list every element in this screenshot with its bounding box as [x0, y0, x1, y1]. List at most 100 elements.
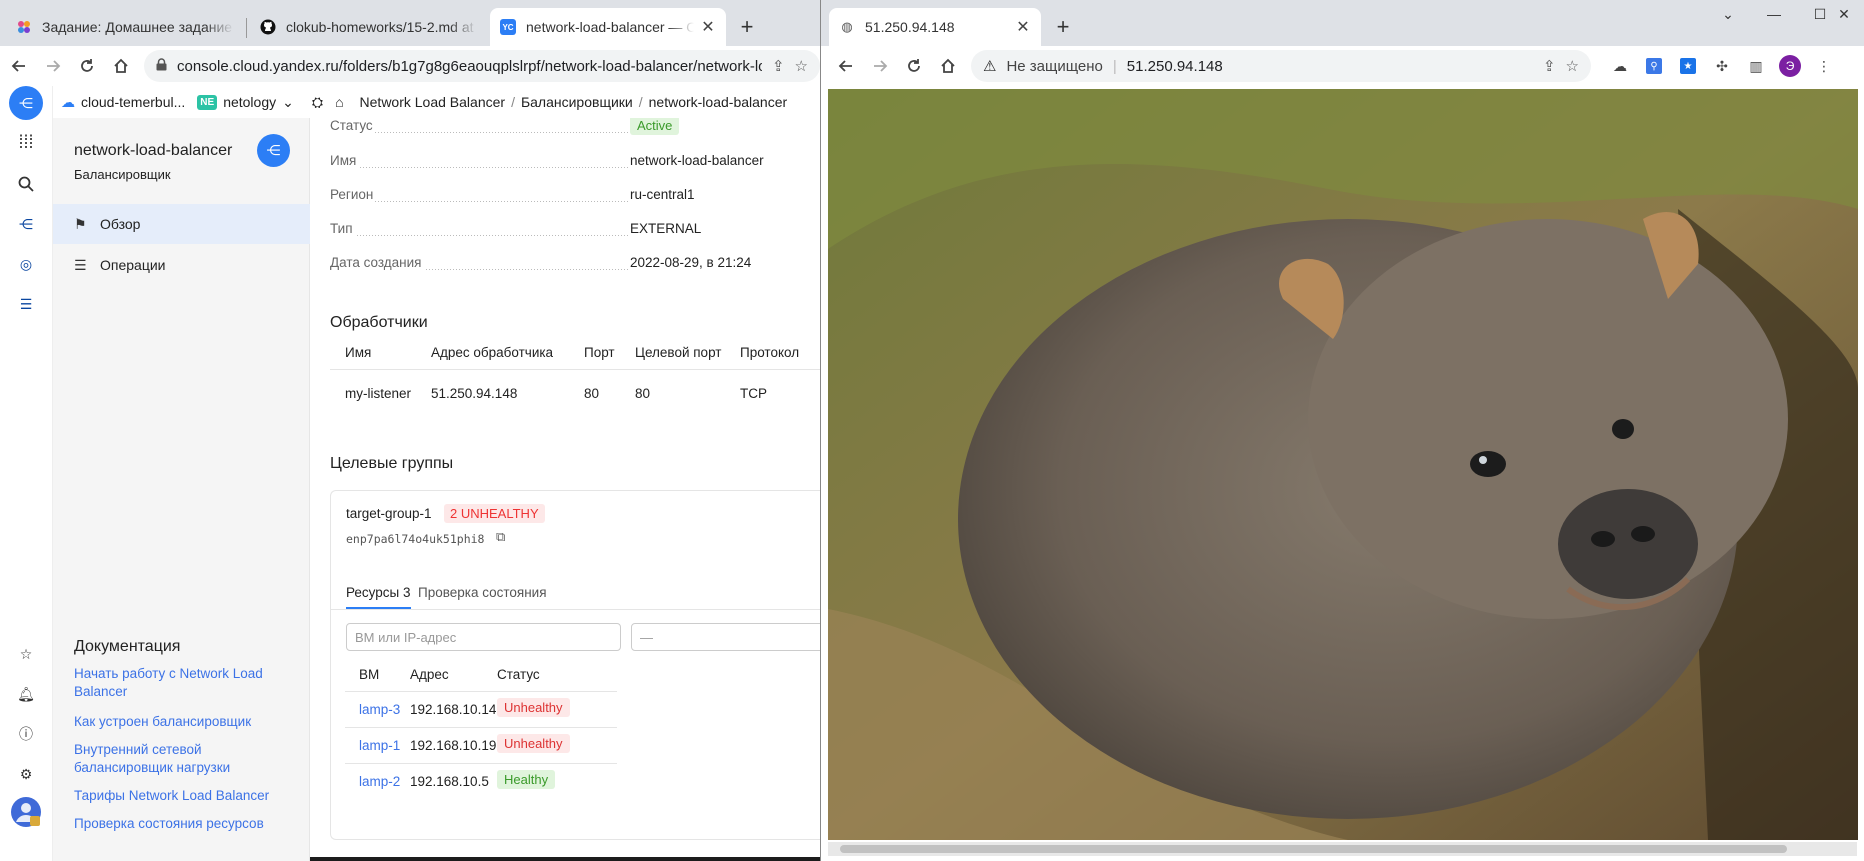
netology-icon: [18, 21, 30, 33]
extension-icon[interactable]: ⚲: [1637, 49, 1671, 83]
copy-icon[interactable]: ⧉: [496, 529, 505, 545]
back-icon[interactable]: [829, 49, 863, 83]
url-text: console.cloud.yandex.ru/folders/b1g7g8g6…: [177, 57, 762, 75]
breadcrumb-folder[interactable]: netology: [223, 94, 276, 110]
github-icon: [260, 19, 276, 35]
target-groups-icon[interactable]: ◎: [8, 246, 44, 282]
breadcrumb-service[interactable]: Network Load Balancer: [360, 94, 506, 110]
share-icon[interactable]: ⇪: [1543, 57, 1556, 75]
close-icon[interactable]: ✕: [1015, 17, 1031, 37]
nav-operations[interactable]: ☰ Операции: [53, 245, 310, 285]
forward-icon[interactable]: [863, 49, 897, 83]
status-select[interactable]: —: [631, 623, 820, 651]
column-header: Адрес обработчика: [431, 345, 554, 360]
all-services-icon[interactable]: ⁞⁞⁞: [8, 124, 44, 160]
operations-list-icon[interactable]: ☰: [8, 286, 44, 322]
region-row: Регион ru-central1: [330, 187, 820, 207]
breadcrumb-balancers[interactable]: Балансировщики: [521, 94, 633, 110]
doc-link[interactable]: Проверка состояния ресурсов: [74, 815, 294, 833]
network-icon[interactable]: ⛭: [312, 94, 323, 111]
nav-overview[interactable]: ⚑ Обзор: [53, 204, 310, 244]
tabs-divider: [331, 609, 820, 610]
tab-netology[interactable]: Задание: Домашнее задание по: [6, 8, 244, 46]
star-icon[interactable]: ☆: [1566, 57, 1579, 75]
column-header: Целевой порт: [635, 345, 722, 360]
target-group-name[interactable]: target-group-1: [346, 506, 432, 521]
lock-icon: [156, 57, 167, 75]
load-balancers-icon[interactable]: ⋲: [8, 206, 44, 242]
close-window-button[interactable]: ✕: [1821, 0, 1864, 28]
back-icon[interactable]: [2, 49, 36, 83]
globe-icon: ◍: [841, 19, 853, 34]
search-icon[interactable]: [8, 166, 44, 202]
taskbar-edge: [310, 857, 820, 861]
scrollbar-thumb[interactable]: [840, 845, 1787, 853]
favorites-star-icon[interactable]: ☆: [8, 636, 44, 672]
table-divider: [345, 763, 617, 764]
minimize-button[interactable]: —: [1751, 0, 1797, 28]
horizontal-scrollbar[interactable]: [828, 842, 1857, 856]
service-sidebar: network-load-balancer Балансировщик ⋲ ⚑ …: [53, 118, 310, 861]
forward-icon[interactable]: [36, 49, 70, 83]
star-icon[interactable]: ☆: [795, 57, 808, 75]
settings-gear-icon[interactable]: ⚙: [8, 756, 44, 792]
column-header: Адрес: [410, 667, 449, 682]
breadcrumb-cloud[interactable]: cloud-temerbul...: [81, 94, 185, 110]
nlb-icon: ⋲: [257, 134, 290, 167]
doc-link[interactable]: Начать работу с Network Load Balancer: [74, 665, 294, 701]
yc-icon: YC: [500, 19, 516, 35]
reload-icon[interactable]: [70, 49, 104, 83]
field-label: Тип: [330, 221, 355, 236]
field-label: Дата создания: [330, 255, 424, 270]
extensions-puzzle-icon[interactable]: ✣: [1705, 49, 1739, 83]
notifications-bell-icon[interactable]: 🔔︎: [8, 676, 44, 712]
new-tab-button[interactable]: +: [1049, 14, 1077, 40]
tab-health-check[interactable]: Проверка состояния: [418, 585, 547, 600]
nav-label: Операции: [100, 257, 166, 273]
side-panel-icon[interactable]: ▥: [1739, 49, 1773, 83]
tab-github[interactable]: clokub-homeworks/15-2.md at c: [250, 8, 488, 46]
tab-yandex-cloud[interactable]: YC network-load-balancer — Обзор ✕: [490, 8, 726, 46]
status-badge: Unhealthy: [497, 734, 570, 753]
vm-link[interactable]: lamp-3: [359, 702, 400, 717]
tab-title: Задание: Домашнее задание по: [42, 19, 234, 35]
field-value: ru-central1: [630, 187, 695, 202]
new-tab-button[interactable]: +: [733, 14, 761, 40]
address-bar[interactable]: ⚠ Не защищено | 51.250.94.148 ⇪ ☆: [971, 50, 1591, 82]
vm-link[interactable]: lamp-1: [359, 738, 400, 753]
home-icon[interactable]: [104, 49, 138, 83]
share-icon[interactable]: ⇪: [772, 57, 785, 75]
doc-link[interactable]: Как устроен балансировщик: [74, 713, 294, 731]
tab-site[interactable]: ◍ 51.250.94.148 ✕: [829, 8, 1041, 46]
unhealthy-badge: 2 UNHEALTHY: [444, 504, 545, 523]
profile-avatar[interactable]: Э: [1773, 49, 1807, 83]
tab-resources[interactable]: Ресурсы 3: [346, 585, 411, 609]
type-row: Тип EXTERNAL: [330, 221, 820, 241]
listener-protocol: TCP: [740, 386, 767, 401]
chevron-down-icon[interactable]: ⌄: [282, 94, 294, 111]
folder-badge: NE: [197, 94, 218, 110]
menu-kebab-icon[interactable]: ⋮: [1807, 49, 1841, 83]
help-icon[interactable]: ⓘ: [8, 716, 44, 752]
vm-filter-input[interactable]: ВМ или IP-адрес: [346, 623, 621, 651]
tab-search-icon[interactable]: ⌄: [1705, 0, 1751, 28]
vm-link[interactable]: lamp-2: [359, 774, 400, 789]
target-group-card: target-group-1 2 UNHEALTHY enp7pa6l74o4u…: [330, 490, 820, 840]
nlb-service-icon[interactable]: ⋲: [9, 86, 43, 120]
table-divider: [345, 727, 617, 728]
close-icon[interactable]: ✕: [700, 17, 716, 37]
listener-port: 80: [584, 386, 600, 401]
doc-link[interactable]: Тарифы Network Load Balancer: [74, 787, 294, 805]
tab-title: clokub-homeworks/15-2.md at c: [286, 19, 478, 35]
home-icon[interactable]: ⌂: [335, 94, 343, 110]
cloud-sync-icon[interactable]: ☁: [1603, 49, 1637, 83]
extension-icon[interactable]: ★: [1671, 49, 1705, 83]
browser-toolbar: ⚠ Не защищено | 51.250.94.148 ⇪ ☆ ☁ ⚲ ★ …: [821, 46, 1864, 86]
doc-link[interactable]: Внутренний сетевой балансировщик нагрузк…: [74, 741, 294, 777]
docs-title: Документация: [74, 638, 181, 655]
user-avatar[interactable]: [8, 794, 44, 830]
reload-icon[interactable]: [897, 49, 931, 83]
target-groups-title: Целевые группы: [330, 455, 454, 472]
home-icon[interactable]: [931, 49, 965, 83]
address-bar[interactable]: console.cloud.yandex.ru/folders/b1g7g8g6…: [144, 50, 820, 82]
